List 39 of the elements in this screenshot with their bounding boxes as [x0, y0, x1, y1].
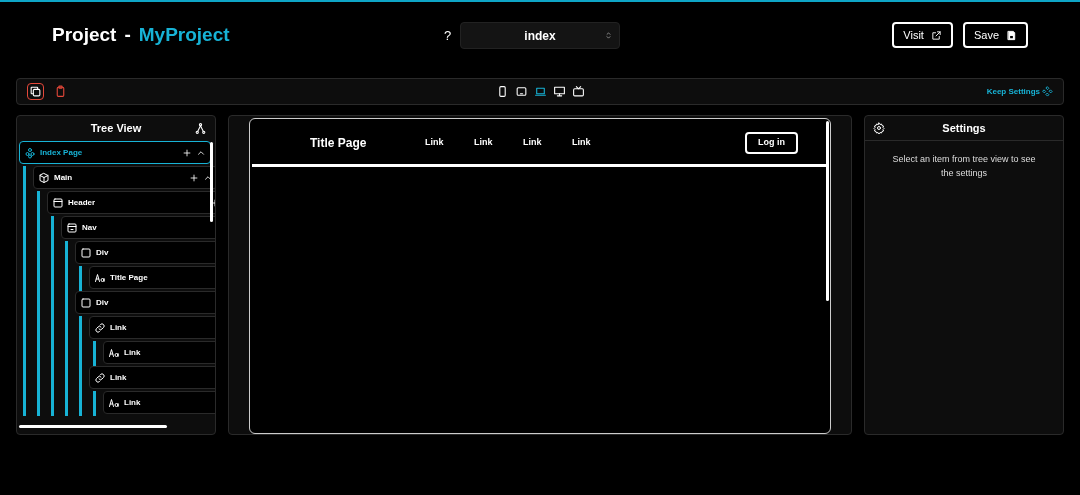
- tree-item[interactable]: Link: [103, 341, 215, 364]
- visit-button[interactable]: Visit: [892, 22, 953, 48]
- tree-item[interactable]: Main: [33, 166, 215, 189]
- tree-item[interactable]: Div: [75, 241, 215, 264]
- page-select[interactable]: index: [460, 22, 620, 49]
- item-label: Main: [54, 171, 73, 184]
- item-label: Link: [124, 396, 141, 409]
- item-label: Link: [110, 371, 127, 384]
- item-label: Title Page: [110, 271, 148, 284]
- preview-link[interactable]: Link: [474, 135, 495, 150]
- tree-item[interactable]: Title Page: [89, 266, 215, 289]
- keep-settings-button[interactable]: Keep Settings: [986, 85, 1053, 98]
- preview-title: Title Page: [310, 134, 368, 152]
- tree-item[interactable]: Div: [75, 291, 215, 314]
- item-label: Link: [110, 321, 127, 334]
- tree-item[interactable]: Link: [89, 366, 215, 389]
- tree-item[interactable]: Link: [89, 316, 215, 339]
- panel-title: Tree View: [90, 121, 142, 137]
- tree-item[interactable]: Index Page: [19, 141, 211, 164]
- item-label: Header: [68, 196, 96, 209]
- item-label: Div: [96, 246, 109, 259]
- preview-link[interactable]: Link: [523, 135, 544, 150]
- item-label: Link: [124, 346, 141, 359]
- tree-item[interactable]: Nav: [61, 216, 215, 239]
- save-button[interactable]: Save: [962, 22, 1028, 48]
- help-mark[interactable]: ?: [444, 25, 452, 46]
- project-label: Project: [52, 22, 117, 47]
- tree-item[interactable]: Header: [47, 191, 215, 214]
- preview-link[interactable]: Link: [572, 135, 593, 150]
- item-label: Div: [96, 296, 109, 309]
- item-label: Nav: [82, 221, 97, 234]
- login-button[interactable]: Log in: [745, 131, 798, 154]
- tree-item[interactable]: Link: [103, 391, 215, 414]
- preview-link[interactable]: Link: [425, 135, 446, 150]
- settings-hint: Select an item from tree view to see the settings: [891, 153, 1037, 180]
- project-name: MyProject: [138, 22, 230, 47]
- panel-title: Settings: [942, 120, 986, 136]
- item-label: Index Page: [40, 146, 83, 159]
- title-separator: -: [124, 22, 131, 47]
